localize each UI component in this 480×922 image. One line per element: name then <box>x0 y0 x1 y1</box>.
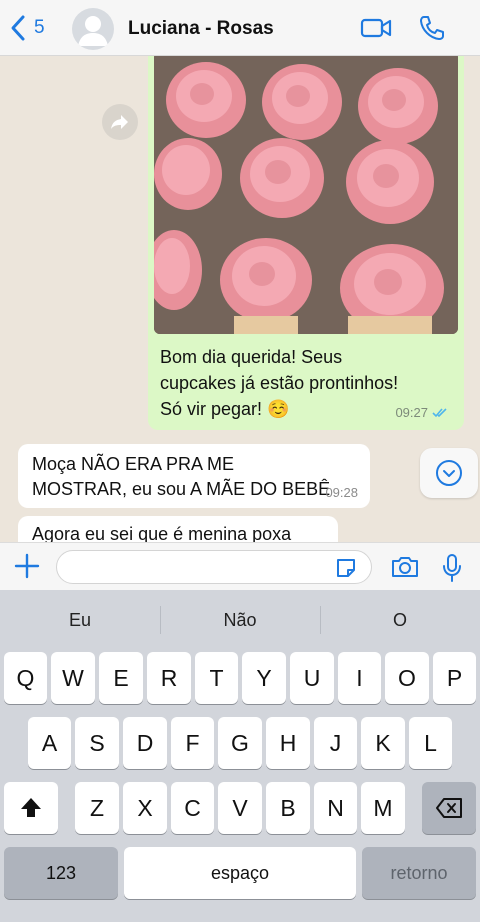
key-b[interactable]: B <box>266 782 310 834</box>
avatar[interactable] <box>72 8 114 50</box>
camera-icon[interactable] <box>390 555 420 584</box>
unread-count: 5 <box>34 17 45 38</box>
return-key[interactable]: retorno <box>362 847 476 899</box>
contact-name[interactable]: Luciana - Rosas <box>128 18 274 40</box>
message-input[interactable] <box>56 550 372 584</box>
key-j[interactable]: J <box>314 717 357 769</box>
chevron-left-icon <box>11 15 25 41</box>
plus-icon[interactable] <box>14 553 40 584</box>
key-g[interactable]: G <box>218 717 262 769</box>
forward-button[interactable] <box>102 104 138 140</box>
key-t[interactable]: T <box>195 652 238 704</box>
chevron-down-circle-icon <box>436 460 462 486</box>
key-a[interactable]: A <box>28 717 71 769</box>
key-w[interactable]: W <box>51 652 95 704</box>
key-n[interactable]: N <box>314 782 357 834</box>
scroll-to-bottom-button[interactable] <box>420 448 478 498</box>
cupcakes-photo[interactable] <box>154 56 458 334</box>
back-button[interactable]: 5 <box>10 14 45 42</box>
key-e[interactable]: E <box>99 652 143 704</box>
suggestion-3[interactable]: O <box>320 610 480 631</box>
read-ticks-icon <box>432 407 447 417</box>
key-y[interactable]: Y <box>242 652 286 704</box>
suggestion-2[interactable]: Não <box>160 610 320 631</box>
outgoing-message-text: Bom dia querida! Seus cupcakes já estão … <box>160 347 399 419</box>
key-u[interactable]: U <box>290 652 334 704</box>
key-k[interactable]: K <box>361 717 405 769</box>
shift-key[interactable] <box>4 782 58 834</box>
outgoing-time: 09:27 <box>395 405 428 420</box>
numbers-key[interactable]: 123 <box>4 847 118 899</box>
key-f[interactable]: F <box>171 717 214 769</box>
suggestion-1[interactable]: Eu <box>0 610 160 631</box>
forward-icon <box>111 115 128 129</box>
key-l[interactable]: L <box>409 717 452 769</box>
shift-icon <box>21 798 41 817</box>
outgoing-message[interactable]: Bom dia querida! Seus cupcakes já estão … <box>148 56 464 430</box>
microphone-icon[interactable] <box>442 553 462 588</box>
key-p[interactable]: P <box>433 652 476 704</box>
keyboard: Eu Não O Q W E R T Y U I O P A S D F G H… <box>0 590 480 922</box>
key-z[interactable]: Z <box>75 782 119 834</box>
chat-header: 5 Luciana - Rosas <box>0 0 480 56</box>
key-m[interactable]: M <box>361 782 405 834</box>
outgoing-timestamp: 09:27 <box>395 405 450 420</box>
key-i[interactable]: I <box>338 652 381 704</box>
person-icon <box>78 16 108 46</box>
suggestion-bar: Eu Não O <box>0 590 480 648</box>
incoming-message-partial[interactable]: Agora eu sei que é menina poxa <box>18 516 338 542</box>
key-o[interactable]: O <box>385 652 429 704</box>
key-h[interactable]: H <box>266 717 310 769</box>
key-s[interactable]: S <box>75 717 119 769</box>
key-v[interactable]: V <box>218 782 262 834</box>
key-c[interactable]: C <box>171 782 214 834</box>
backspace-icon <box>436 798 462 818</box>
sticker-icon[interactable] <box>334 556 358 585</box>
key-x[interactable]: X <box>123 782 167 834</box>
key-r[interactable]: R <box>147 652 191 704</box>
phone-call-icon[interactable] <box>418 14 446 47</box>
video-call-icon[interactable] <box>360 16 392 45</box>
incoming-message-text: Moça NÃO ERA PRA ME MOSTRAR, eu sou A MÃ… <box>32 454 331 499</box>
incoming-timestamp: 09:28 <box>325 485 358 500</box>
key-d[interactable]: D <box>123 717 167 769</box>
compose-bar <box>0 542 480 590</box>
incoming-message[interactable]: Moça NÃO ERA PRA ME MOSTRAR, eu sou A MÃ… <box>18 444 370 508</box>
chat-area[interactable]: Bom dia querida! Seus cupcakes já estão … <box>0 56 480 542</box>
backspace-key[interactable] <box>422 782 476 834</box>
key-q[interactable]: Q <box>4 652 47 704</box>
space-key[interactable]: espaço <box>124 847 356 899</box>
